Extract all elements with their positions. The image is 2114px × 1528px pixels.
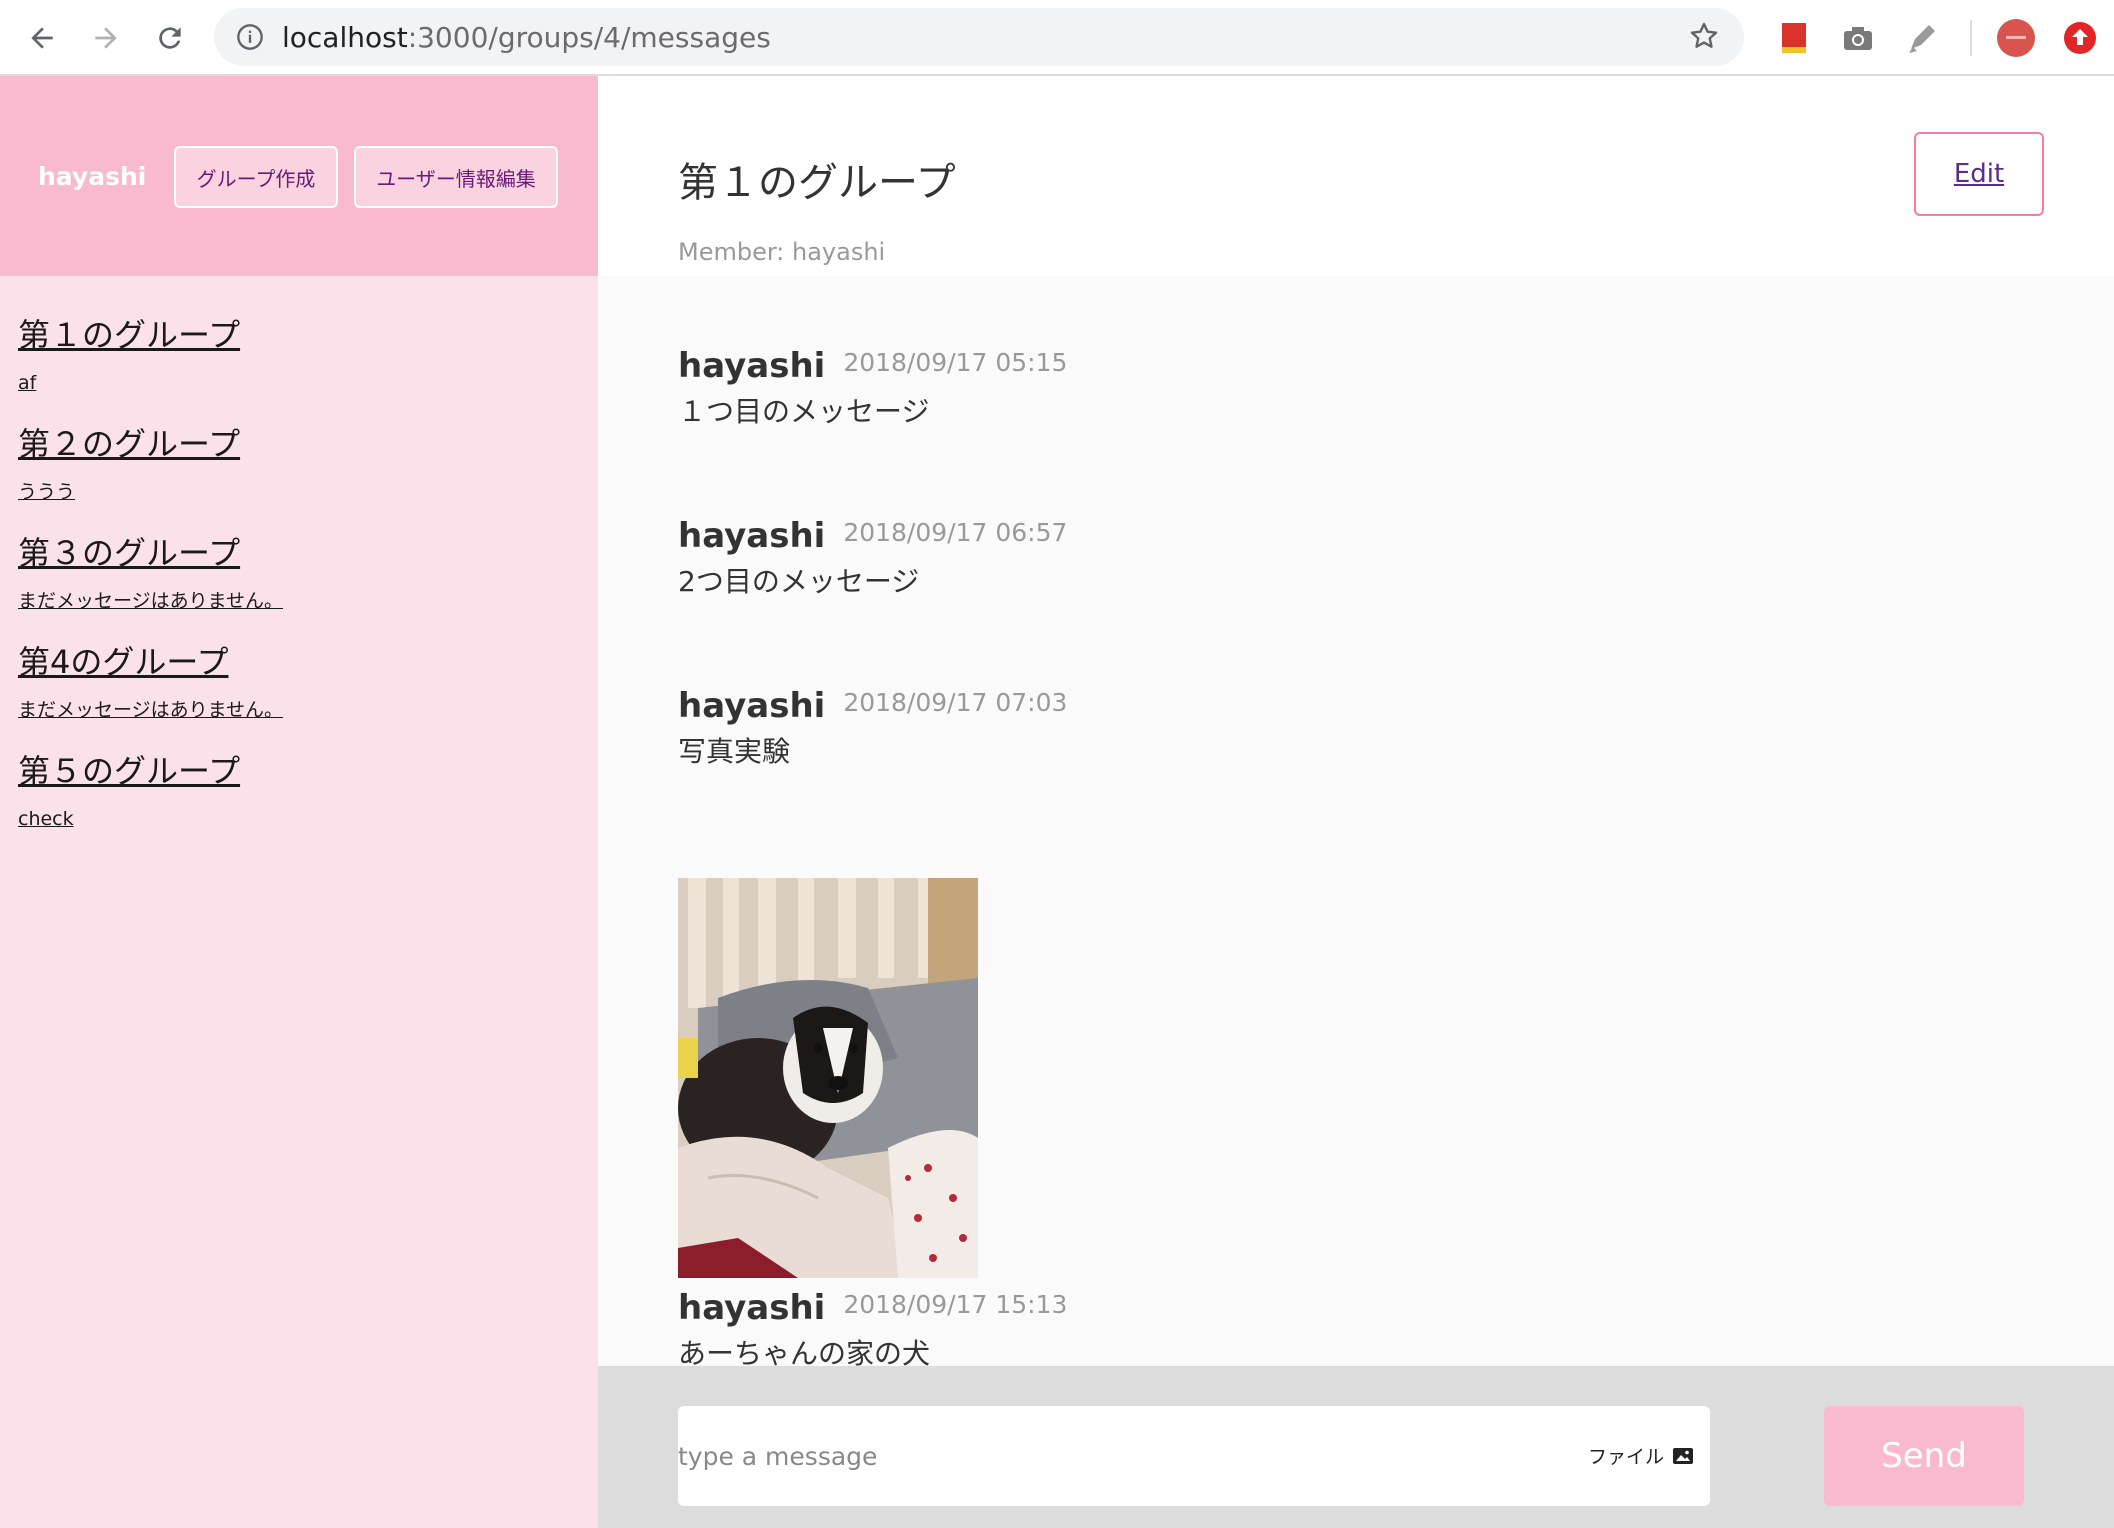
message: hayashi 2018/09/17 06:57 2つ目のメッセージ [678, 516, 1067, 600]
message-input[interactable] [678, 1406, 1538, 1506]
group-last-message[interactable]: まだメッセージはありません。 [18, 699, 283, 721]
arrow-left-icon [31, 27, 53, 49]
address-bar[interactable]: localhost:3000/groups/4/messages [214, 8, 1744, 66]
profile-avatar[interactable] [1996, 18, 2036, 58]
reload-icon [159, 27, 181, 49]
group-last-message[interactable]: まだメッセージはありません。 [18, 590, 283, 612]
edit-group-button[interactable]: Edit [1914, 132, 2044, 216]
create-group-button[interactable]: グループ作成 [174, 146, 338, 208]
message-text: １つ目のメッセージ [678, 395, 930, 428]
group-last-message[interactable]: check [18, 808, 283, 830]
sidebar: hayashi グループ作成 ユーザー情報編集 第１のグループ af 第２のグル… [0, 76, 598, 1528]
message-list[interactable]: hayashi 2018/09/17 05:15 １つ目のメッセージ hayash… [678, 276, 2078, 1366]
group-list-item[interactable]: 第２のグループ ううう [18, 423, 283, 503]
book-extension-icon[interactable] [1774, 18, 1814, 58]
message-user: hayashi [678, 346, 826, 386]
message-form: ファイル Send [598, 1366, 2114, 1528]
group-name-link[interactable]: 第５のグループ [18, 750, 283, 792]
message-input-box: ファイル [678, 1406, 1710, 1506]
camera-extension-icon[interactable] [1838, 18, 1878, 58]
bookmark-star-icon[interactable] [1688, 20, 1720, 56]
group-title: 第１のグループ [678, 160, 956, 206]
message-text: 写真実験 [678, 735, 791, 768]
chat-header: 第１のグループ Member: hayashi Edit [598, 76, 2114, 276]
highlighter-extension-icon[interactable] [1902, 18, 1942, 58]
message-date: 2018/09/17 05:15 [843, 348, 1068, 377]
group-list-item[interactable]: 第１のグループ af [18, 314, 283, 394]
group-name-link[interactable]: 第１のグループ [18, 314, 283, 356]
group-name-link[interactable]: 第２のグループ [18, 423, 283, 465]
group-list: 第１のグループ af 第２のグループ ううう 第３のグループ まだメッセージはあ… [18, 314, 283, 859]
url-text: localhost:3000/groups/4/messages [282, 21, 771, 54]
edit-user-button[interactable]: ユーザー情報編集 [354, 146, 558, 208]
member-list: Member: hayashi [678, 238, 886, 266]
current-user-name: hayashi [38, 162, 147, 191]
reload-button[interactable] [146, 14, 194, 62]
group-list-item[interactable]: 第4のグループ まだメッセージはありません。 [18, 641, 283, 721]
group-list-item[interactable]: 第５のグループ check [18, 750, 283, 830]
file-attach-label: ファイル [1587, 1446, 1664, 1468]
group-name-link[interactable]: 第３のグループ [18, 532, 283, 574]
toolbar-divider [1970, 20, 1972, 56]
update-upload-icon[interactable] [2060, 18, 2100, 58]
info-icon[interactable] [236, 23, 264, 55]
group-last-message[interactable]: ううう [18, 481, 283, 503]
message-text: 2つ目のメッセージ [678, 565, 920, 598]
back-button[interactable] [18, 14, 66, 62]
send-button[interactable]: Send [1824, 1406, 2024, 1506]
message: hayashi 2018/09/17 15:13 あーちゃんの家の犬 [678, 1288, 1067, 1366]
message-photo [678, 878, 978, 1278]
message-user: hayashi [678, 516, 826, 556]
chat-main: 第１のグループ Member: hayashi Edit hayashi 2018… [598, 76, 2114, 1528]
message-user: hayashi [678, 1288, 826, 1328]
file-attach-button[interactable]: ファイル [1588, 1442, 1694, 1469]
group-list-item[interactable]: 第３のグループ まだメッセージはありません。 [18, 532, 283, 612]
message-user: hayashi [678, 686, 826, 726]
message: hayashi 2018/09/17 05:15 １つ目のメッセージ [678, 346, 1067, 430]
forward-button[interactable] [82, 14, 130, 62]
message: hayashi 2018/09/17 07:03 写真実験 [678, 686, 1067, 770]
group-last-message[interactable]: af [18, 372, 283, 394]
message-date: 2018/09/17 07:03 [843, 688, 1068, 717]
arrow-right-icon [95, 27, 117, 49]
message-date: 2018/09/17 15:13 [843, 1290, 1068, 1319]
browser-toolbar: localhost:3000/groups/4/messages [0, 0, 2114, 76]
message-text: あーちゃんの家の犬 [678, 1337, 931, 1366]
message-date: 2018/09/17 06:57 [843, 518, 1068, 547]
group-name-link[interactable]: 第4のグループ [18, 641, 283, 683]
image-icon [1673, 1447, 1693, 1464]
sidebar-header: hayashi グループ作成 ユーザー情報編集 [0, 76, 598, 276]
